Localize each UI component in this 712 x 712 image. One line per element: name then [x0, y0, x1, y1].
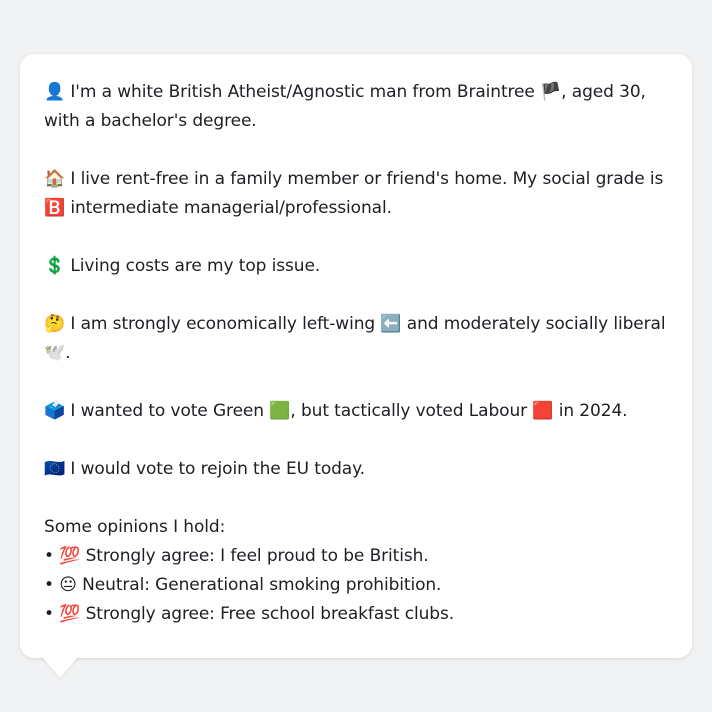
identity-text-a: I'm a white British Atheist/Agnostic man…	[65, 82, 541, 102]
housing-text-b: intermediate managerial/professional.	[65, 198, 392, 218]
top-issue-text: Living costs are my top issue.	[65, 256, 321, 276]
opinion-text: Neutral: Generational smoking prohibitio…	[76, 575, 442, 595]
voting-paragraph: 🗳️ I wanted to vote Green 🟩, but tactica…	[44, 397, 668, 426]
opinion-item: • 😐 Neutral: Generational smoking prohib…	[44, 571, 668, 600]
identity-paragraph: 👤 I'm a white British Atheist/Agnostic m…	[44, 78, 668, 136]
top-issue-paragraph: 💲 Living costs are my top issue.	[44, 252, 668, 281]
leaning-text-c: .	[65, 343, 71, 363]
red-square-icon: 🟥	[532, 401, 554, 421]
bullet-marker: •	[44, 604, 60, 624]
bubble-tail	[38, 652, 82, 678]
eu-text: I would vote to rejoin the EU today.	[65, 459, 365, 479]
voting-text-c: in 2024.	[553, 401, 628, 421]
opinion-item: • 💯 Strongly agree: I feel proud to be B…	[44, 542, 668, 571]
house-icon: 🏠	[44, 169, 66, 189]
neutral-face-icon: 😐	[59, 575, 77, 595]
bullet-marker: •	[44, 546, 60, 566]
voting-text-b: , but tactically voted Labour	[290, 401, 533, 421]
eu-flag-icon: 🇪🇺	[44, 459, 66, 479]
voting-text-a: I wanted to vote Green	[65, 401, 270, 421]
opinions-section: Some opinions I hold: • 💯 Strongly agree…	[44, 513, 668, 629]
bullet-marker: •	[44, 575, 60, 595]
opinion-text: Strongly agree: I feel proud to be Briti…	[80, 546, 429, 566]
opinion-text: Strongly agree: Free school breakfast cl…	[80, 604, 455, 624]
eu-paragraph: 🇪🇺 I would vote to rejoin the EU today.	[44, 455, 668, 484]
thinking-face-icon: 🤔	[44, 314, 66, 334]
leaning-text-b: and moderately socially liberal	[401, 314, 666, 334]
hundred-points-icon: 💯	[59, 546, 81, 566]
opinion-item: • 💯 Strongly agree: Free school breakfas…	[44, 600, 668, 629]
dove-icon: 🕊️	[44, 343, 66, 363]
opinions-heading: Some opinions I hold:	[44, 517, 226, 537]
person-icon: 👤	[44, 82, 66, 102]
housing-paragraph: 🏠 I live rent-free in a family member or…	[44, 165, 668, 223]
green-square-icon: 🟩	[269, 401, 291, 421]
political-leaning-paragraph: 🤔 I am strongly economically left-wing ⬅…	[44, 310, 668, 368]
chat-message-bubble: 👤 I'm a white British Atheist/Agnostic m…	[20, 54, 692, 658]
dollar-sign-icon: 💲	[44, 256, 66, 276]
leaning-text-a: I am strongly economically left-wing	[65, 314, 381, 334]
hundred-points-icon: 💯	[59, 604, 81, 624]
left-arrow-icon: ⬅️	[380, 314, 402, 334]
ballot-box-icon: 🗳️	[44, 401, 66, 421]
letter-b-icon: 🅱️	[44, 198, 66, 218]
england-flag-icon: 🏴	[540, 82, 562, 102]
housing-text-a: I live rent-free in a family member or f…	[65, 169, 664, 189]
